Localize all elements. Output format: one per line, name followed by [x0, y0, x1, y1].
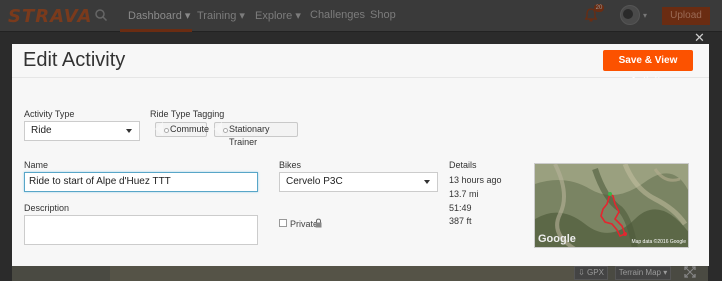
edit-activity-modal: Edit Activity Save & View Activity Activ… — [12, 44, 709, 266]
top-nav: STRAVA Dashboard ▾ Training ▾ Explore ▾ … — [0, 0, 722, 32]
tag-stationary-trainer[interactable]: Stationary Trainer — [214, 122, 298, 147]
ride-type-tagging-label: Ride Type Tagging — [150, 109, 225, 119]
detail-moving-time: 51:49 — [449, 203, 472, 213]
nav-dashboard-label: Dashboard — [128, 10, 182, 22]
terrain-map-label: Terrain Map — [618, 268, 661, 277]
activity-type-select[interactable]: Ride — [24, 121, 140, 141]
google-logo: Google — [538, 233, 576, 245]
chevron-down-icon[interactable]: ▾ — [643, 11, 647, 20]
private-checkbox[interactable] — [279, 219, 287, 227]
caret-down-icon — [126, 129, 132, 133]
modal-header: Edit Activity Save & View Activity — [12, 44, 709, 87]
upload-button[interactable]: Upload — [662, 7, 710, 25]
detail-distance: 13.7 mi — [449, 189, 479, 199]
map-credit: Map data ©2016 Google — [631, 239, 686, 245]
description-input[interactable] — [24, 215, 258, 245]
name-label: Name — [24, 160, 49, 170]
nav-training[interactable]: Training ▾ — [197, 9, 245, 22]
activity-type-value: Ride — [31, 125, 52, 136]
save-view-activity-button[interactable]: Save & View Activity — [603, 50, 693, 87]
caret-down-icon — [424, 180, 430, 184]
avatar[interactable] — [620, 5, 640, 25]
nav-dashboard[interactable]: Dashboard ▾ — [128, 9, 190, 22]
name-input[interactable]: Ride to start of Alpe d'Huez TTT — [24, 172, 258, 192]
activity-map-thumbnail[interactable]: Google Map data ©2016 Google — [534, 163, 689, 248]
bikes-value: Cervelo P3C — [286, 176, 343, 187]
nav-explore-label: Explore — [255, 10, 293, 22]
detail-elevation: 387 ft — [449, 216, 472, 226]
tag-commute[interactable]: Commute — [155, 122, 209, 137]
gpx-button[interactable]: ⇩ GPX — [574, 266, 608, 280]
nav-challenges[interactable]: Challenges — [310, 9, 365, 21]
modal-title: Edit Activity — [23, 49, 126, 71]
bikes-label: Bikes — [279, 160, 302, 170]
nav-shop[interactable]: Shop — [370, 9, 396, 21]
activity-type-label: Activity Type — [24, 109, 75, 119]
background-map-terrain — [110, 264, 590, 281]
gpx-label: GPX — [587, 268, 604, 277]
bikes-select[interactable]: Cervelo P3C — [279, 172, 438, 192]
strava-logo[interactable]: STRAVA — [8, 6, 92, 27]
nav-training-label: Training — [197, 10, 237, 22]
description-label: Description — [24, 203, 70, 213]
notification-badge: 20 — [594, 4, 604, 12]
nav-explore[interactable]: Explore ▾ — [255, 9, 301, 22]
terrain-map-button[interactable]: Terrain Map ▾ — [615, 266, 671, 280]
nav-active-indicator — [120, 29, 192, 32]
search-icon[interactable] — [94, 8, 108, 22]
detail-time-ago: 13 hours ago — [449, 175, 502, 185]
download-icon: ⇩ — [578, 268, 585, 277]
details-label: Details — [449, 160, 477, 170]
lock-icon — [315, 218, 322, 228]
private-label: Private — [290, 219, 319, 229]
expand-icon[interactable] — [684, 266, 696, 278]
